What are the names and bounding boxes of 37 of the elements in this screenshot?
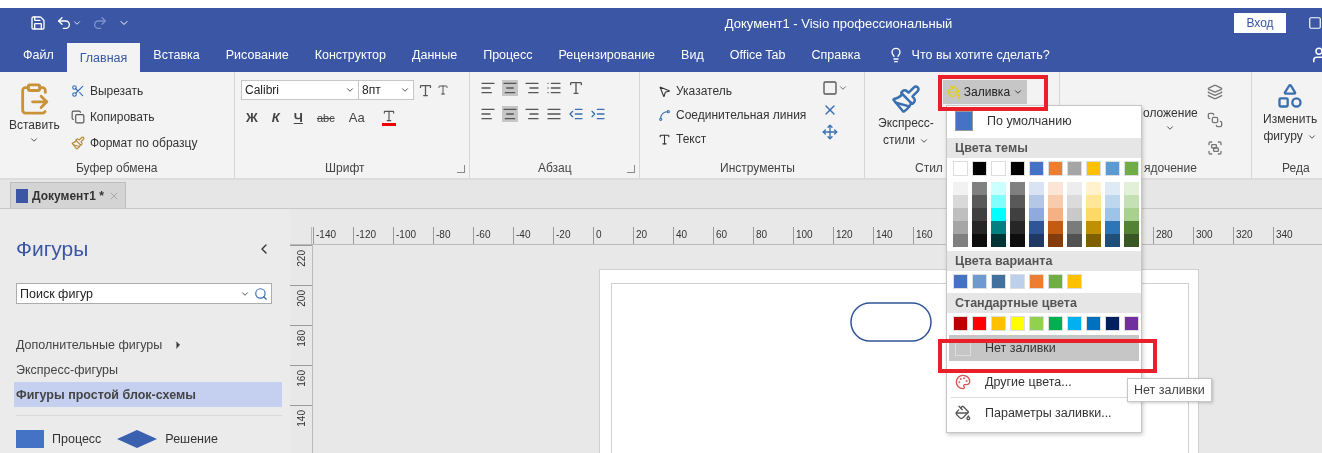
ruler-label: -120 xyxy=(353,227,393,244)
ruler-label: -100 xyxy=(393,227,433,244)
ruler-label: 60 xyxy=(713,227,753,244)
ruler-label: -60 xyxy=(473,227,513,244)
menu-section-header: Цвета варианта xyxy=(947,251,1141,271)
ruler-label: 320 xyxy=(1233,227,1273,244)
group-label: Стил xyxy=(915,160,943,177)
ruler-label: 40 xyxy=(673,227,713,244)
ruler-label: -40 xyxy=(513,227,553,244)
ruler-label: 180 xyxy=(295,330,307,347)
group-label: Инструменты xyxy=(720,160,795,177)
group-label: ядочение xyxy=(1144,160,1197,177)
ruler-label: 340 xyxy=(1273,227,1313,244)
ruler-label: 220 xyxy=(295,250,307,267)
ruler-label: -80 xyxy=(433,227,473,244)
menu-section-header: Цвета темы xyxy=(947,138,1141,158)
group-label: Реда xyxy=(1282,160,1310,177)
ruler-label: 200 xyxy=(295,290,307,307)
ruler-label: 160 xyxy=(295,370,307,387)
ruler-label: 0 xyxy=(593,227,633,244)
ruler-label: 280 xyxy=(1153,227,1193,244)
panel-title: Фигуры xyxy=(16,237,89,261)
window-title: Документ1 - Visio профессиональный xyxy=(723,15,954,31)
ruler-label: 100 xyxy=(793,227,833,244)
group-label: Буфер обмена xyxy=(76,160,158,177)
ruler-label: 140 xyxy=(873,227,913,244)
ruler-label: 140 xyxy=(295,410,307,427)
ruler-label: 80 xyxy=(753,227,793,244)
group-label: Шрифт xyxy=(325,160,365,177)
menu-section-header: Стандартные цвета xyxy=(947,293,1141,313)
ruler-label: 120 xyxy=(833,227,873,244)
ruler-label: 300 xyxy=(1193,227,1233,244)
ruler-label: -20 xyxy=(553,227,593,244)
group-label: Абзац xyxy=(538,160,572,177)
tooltip: Нет заливки xyxy=(1127,378,1212,402)
ruler-label: 20 xyxy=(633,227,673,244)
ruler-label: -140 xyxy=(313,227,353,244)
